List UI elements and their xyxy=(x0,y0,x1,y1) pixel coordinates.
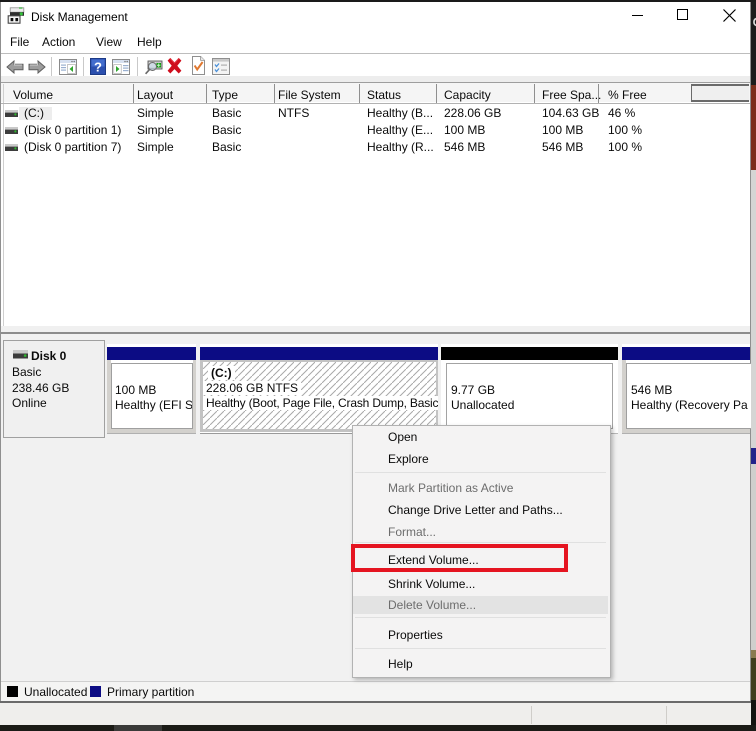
svg-text:?: ? xyxy=(94,60,102,75)
